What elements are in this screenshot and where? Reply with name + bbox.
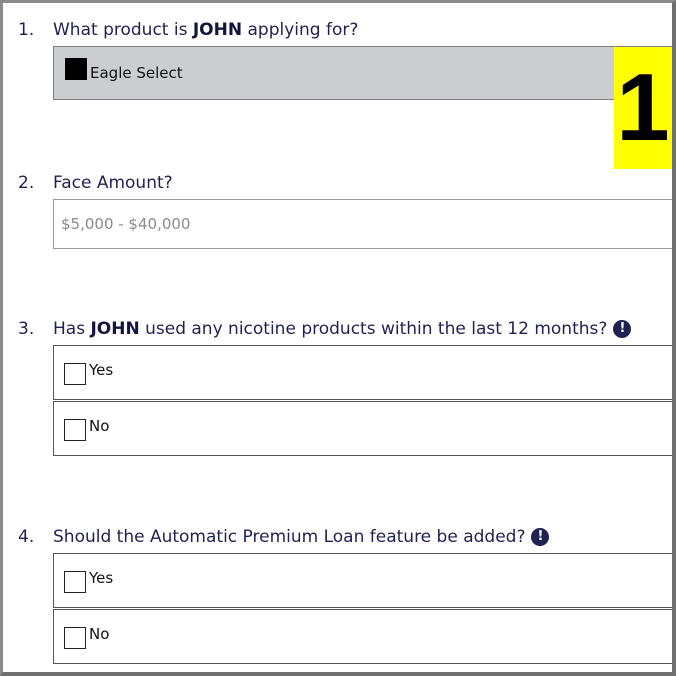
apl-option-no[interactable]: No: [53, 609, 672, 664]
checkbox[interactable]: [64, 627, 86, 649]
product-color-swatch: [65, 58, 87, 80]
form-frame: 1. What product is JOHN applying for? Ea…: [0, 0, 676, 676]
question-text: Has JOHN used any nicotine products with…: [53, 319, 632, 339]
product-select-value: Eagle Select: [90, 64, 183, 82]
applicant-name: JOHN: [192, 20, 243, 40]
option-label: Yes: [89, 569, 114, 587]
apl-option-yes[interactable]: Yes: [53, 553, 672, 608]
applicant-name: JOHN: [90, 319, 140, 339]
question-text-end: used any nicotine products within the la…: [139, 319, 608, 339]
question-text-main: Should the Automatic Premium Loan featur…: [53, 527, 526, 547]
checkbox[interactable]: [64, 419, 86, 441]
question-number: 2.: [18, 173, 35, 193]
step-badge: 1: [614, 47, 672, 169]
question-text-end: applying for?: [242, 20, 359, 40]
info-icon[interactable]: !: [613, 320, 632, 338]
checkbox[interactable]: [64, 363, 86, 385]
face-amount-input[interactable]: [53, 199, 672, 249]
option-label: No: [89, 417, 110, 435]
option-label: No: [89, 625, 110, 643]
question-text-start: Has: [53, 319, 91, 339]
question-text-start: What product is: [53, 20, 193, 40]
question-text: What product is JOHN applying for?: [53, 20, 358, 40]
question-number: 1.: [18, 20, 35, 40]
product-select[interactable]: Eagle Select: [53, 46, 672, 100]
info-icon[interactable]: !: [531, 528, 550, 546]
question-number: 3.: [18, 319, 35, 339]
checkbox[interactable]: [64, 571, 86, 593]
question-text: Face Amount?: [53, 173, 173, 193]
nicotine-option-yes[interactable]: Yes: [53, 345, 672, 400]
question-text: Should the Automatic Premium Loan featur…: [53, 527, 550, 547]
option-label: Yes: [89, 361, 114, 379]
question-number: 4.: [18, 527, 35, 547]
nicotine-option-no[interactable]: No: [53, 401, 672, 456]
